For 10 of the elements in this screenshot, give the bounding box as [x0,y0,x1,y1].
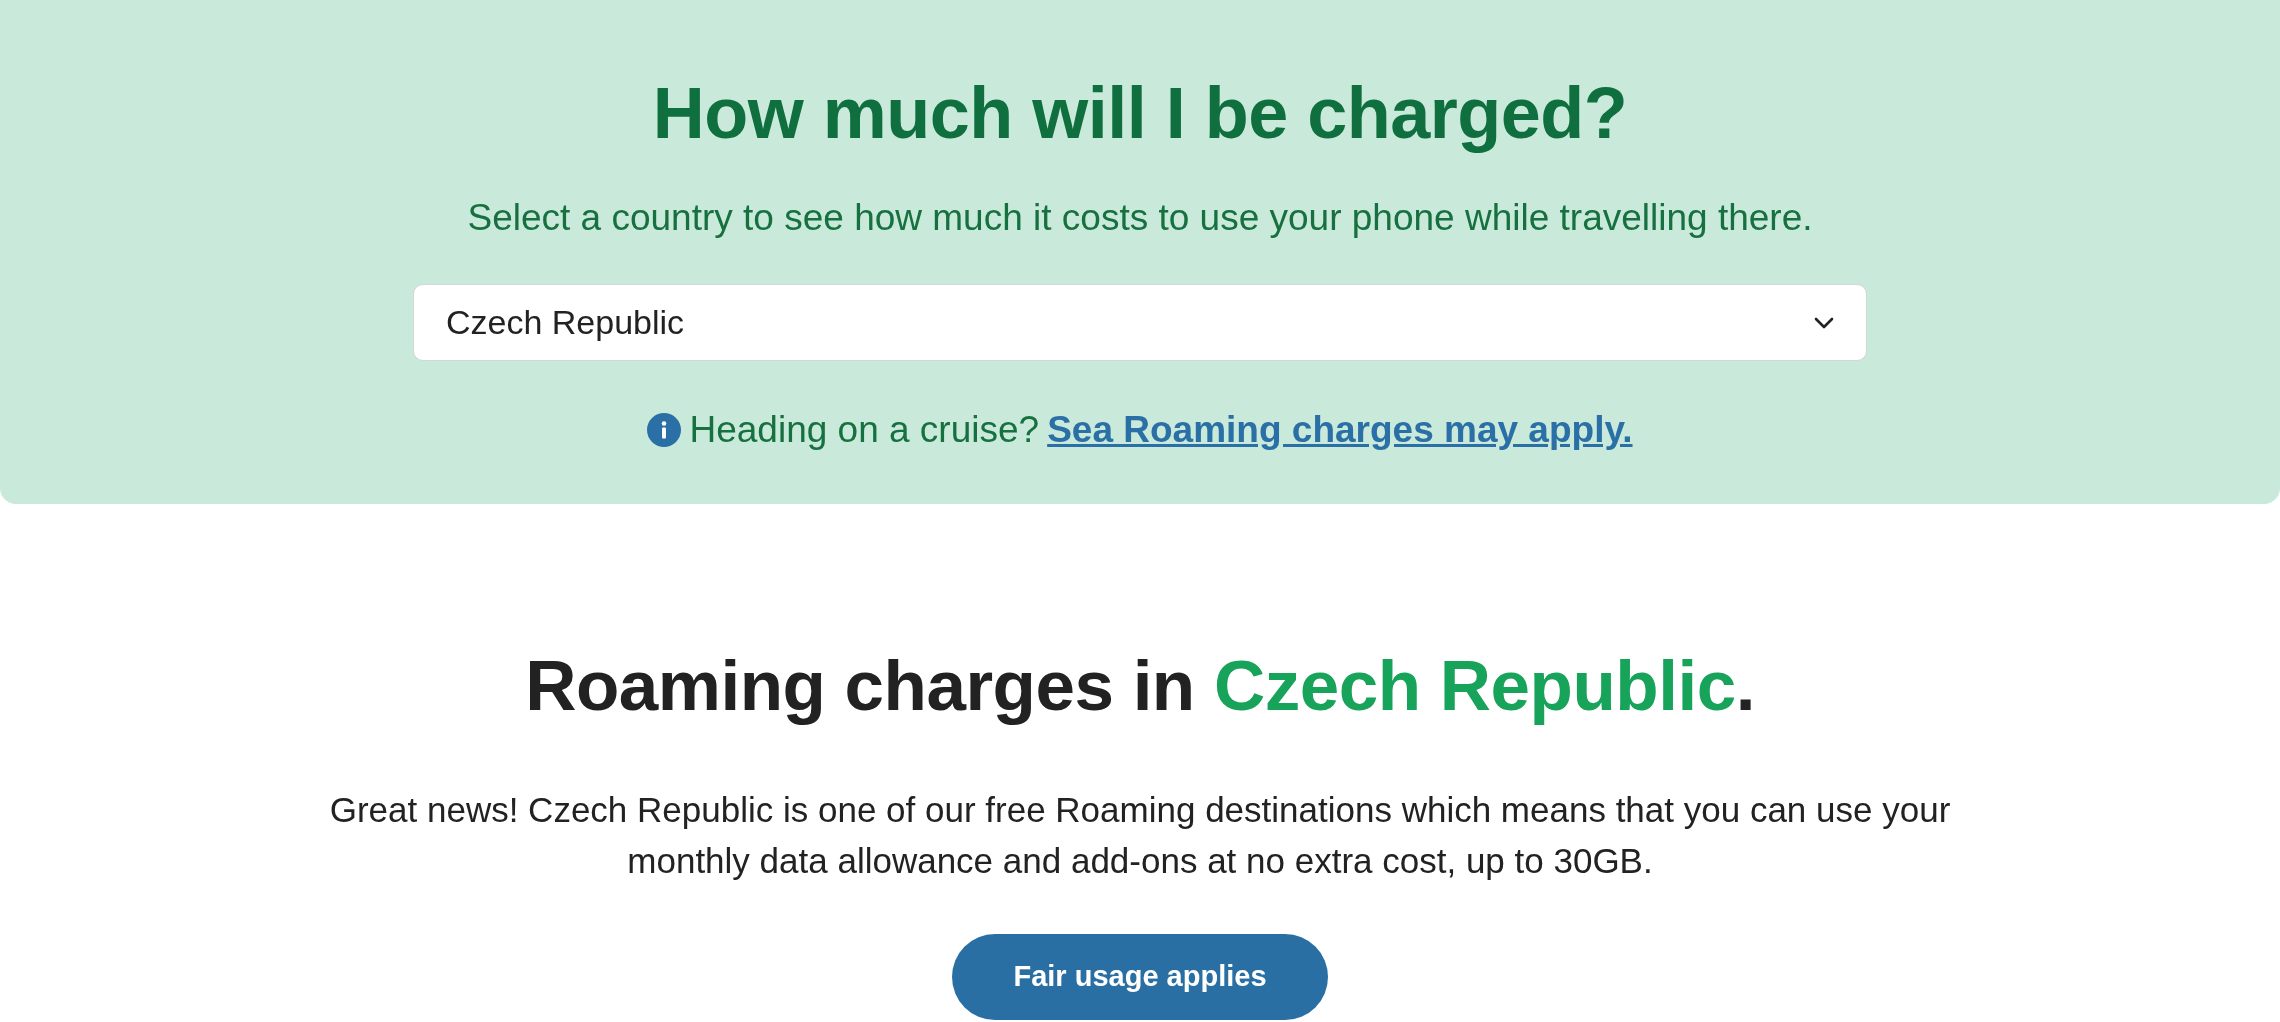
description-text: Great news! Czech Republic is one of our free Roaming destinations which means that you can use your monthly data allowance and add-ons at no extra cost, up to 30GB. [328,789,1952,882]
page-title: How much will I be charged? [651,72,1629,155]
chevron-down-icon [1814,316,1834,329]
info-icon [647,413,682,447]
fair-usage-button[interactable]: Fair usage applies [952,934,1328,1020]
roaming-heading: Roaming charges in Czech Republic. [524,645,1756,727]
notice-text: Heading on a cruise? [689,408,1040,452]
country-select[interactable]: Czech Republic [413,284,1867,361]
subtitle-text: Select a country to see how much it costs to use your phone while travelling there. [466,196,1814,240]
sea-roaming-link[interactable]: Sea Roaming charges may apply. [1047,407,1633,453]
